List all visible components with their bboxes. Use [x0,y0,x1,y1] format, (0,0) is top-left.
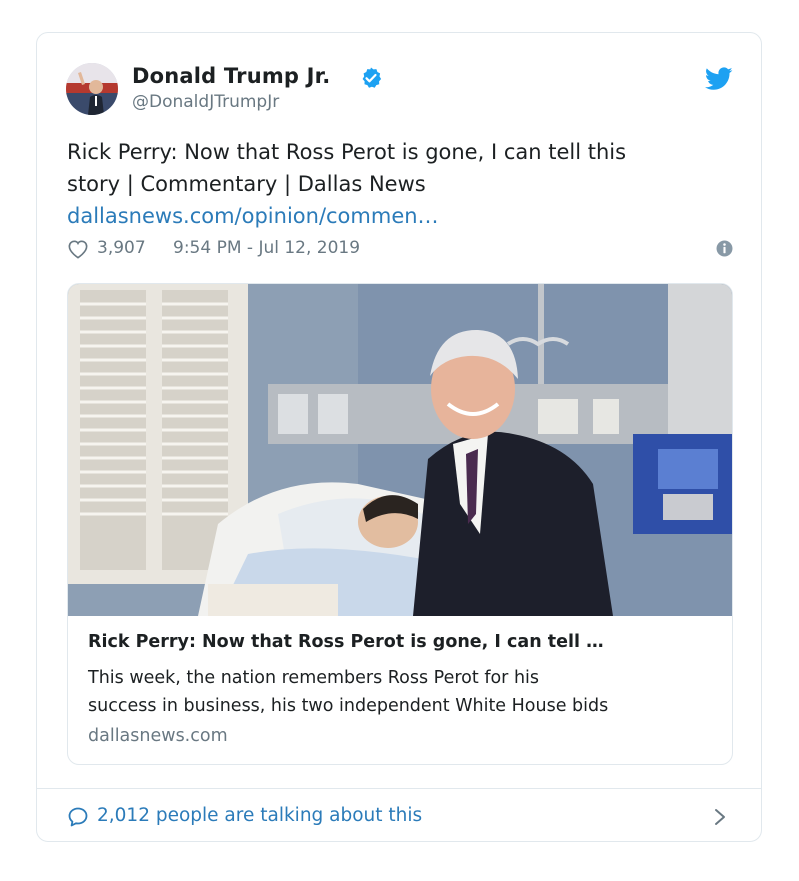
avatar-image [66,63,118,115]
tweet-text: Rick Perry: Now that Ross Perot is gone,… [67,136,727,232]
like-count[interactable]: 3,907 [97,238,146,258]
link-preview-card[interactable]: Rick Perry: Now that Ross Perot is gone,… [67,283,733,765]
link-card-description: This week, the nation remembers Ross Per… [88,664,718,720]
link-preview-image [68,284,732,616]
info-icon[interactable] [716,240,733,257]
author-name[interactable]: Donald Trump Jr. [132,64,330,88]
conversation-footer[interactable]: 2,012 people are talking about this [37,789,761,841]
author-handle[interactable]: @DonaldJTrumpJr [132,92,279,112]
verified-badge-icon [362,67,382,88]
speech-bubble-icon [68,807,88,827]
tweet-meta-row: 3,907 9:54 PM - Jul 12, 2019 [67,236,733,262]
tweet-text-line: Rick Perry: Now that Ross Perot is gone,… [67,140,627,164]
tweet-timestamp[interactable]: 9:54 PM - Jul 12, 2019 [173,238,360,258]
author-avatar[interactable] [66,63,118,115]
link-card-domain: dallasnews.com [88,726,228,746]
tweet-text-line: story | Commentary | Dallas News [67,172,426,196]
link-card-title[interactable]: Rick Perry: Now that Ross Perot is gone,… [88,632,718,652]
heart-icon[interactable] [67,239,89,259]
twitter-bird-icon[interactable] [705,67,733,91]
tweet-embed-card: Donald Trump Jr. @DonaldJTrumpJr Rick Pe… [36,32,762,842]
chevron-right-icon[interactable] [713,807,727,827]
conversation-link[interactable]: 2,012 people are talking about this [97,805,422,826]
link-card-description-line: This week, the nation remembers Ross Per… [88,668,540,688]
tweet-link[interactable]: dallasnews.com/opinion/commen… [67,200,727,232]
link-card-description-line: success in business, his two independent… [88,696,609,716]
